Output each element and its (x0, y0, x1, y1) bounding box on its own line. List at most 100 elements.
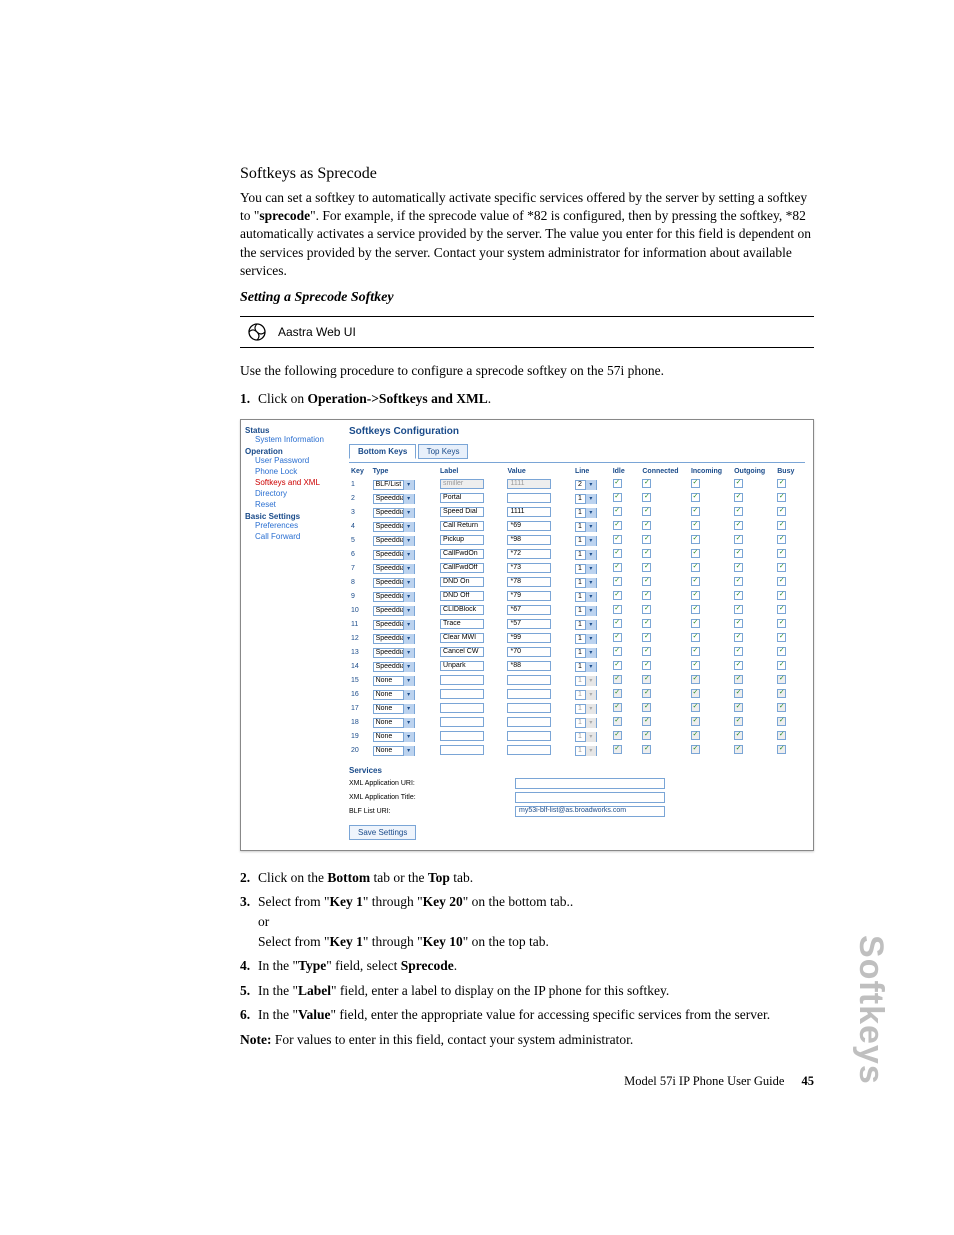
connected-checkbox[interactable] (642, 549, 651, 558)
line-select[interactable]: 1▾ (575, 606, 597, 616)
value-input[interactable]: *78 (507, 577, 551, 587)
connected-checkbox[interactable] (642, 661, 651, 670)
value-input[interactable]: *88 (507, 661, 551, 671)
value-input[interactable]: *67 (507, 605, 551, 615)
label-input[interactable]: smiller (440, 479, 484, 489)
label-input[interactable]: CallFwdOn (440, 549, 484, 559)
type-select[interactable]: None▾ (373, 746, 415, 756)
outgoing-checkbox[interactable] (734, 633, 743, 642)
idle-checkbox[interactable] (613, 493, 622, 502)
idle-checkbox[interactable] (613, 661, 622, 670)
label-input[interactable]: Unpark (440, 661, 484, 671)
sidebar-item-reset[interactable]: Reset (245, 500, 337, 511)
save-settings-button[interactable]: Save Settings (349, 825, 416, 840)
incoming-checkbox[interactable] (691, 549, 700, 558)
busy-checkbox[interactable] (777, 549, 786, 558)
label-input[interactable]: Speed Dial (440, 507, 484, 517)
connected-checkbox[interactable] (642, 647, 651, 656)
busy-checkbox[interactable] (777, 479, 786, 488)
value-input[interactable]: *98 (507, 535, 551, 545)
line-select[interactable]: 1▾ (575, 564, 597, 574)
line-select[interactable]: 1▾ (575, 550, 597, 560)
value-input[interactable]: *99 (507, 633, 551, 643)
type-select[interactable]: Speeddial▾ (373, 494, 415, 504)
line-select[interactable]: 1▾ (575, 690, 597, 700)
incoming-checkbox[interactable] (691, 535, 700, 544)
connected-checkbox[interactable] (642, 563, 651, 572)
type-select[interactable]: Speeddial▾ (373, 508, 415, 518)
value-input[interactable]: 1111 (507, 507, 551, 517)
line-select[interactable]: 1▾ (575, 592, 597, 602)
value-input[interactable]: *79 (507, 591, 551, 601)
line-select[interactable]: 1▾ (575, 676, 597, 686)
incoming-checkbox[interactable] (691, 563, 700, 572)
label-input[interactable] (440, 717, 484, 727)
connected-checkbox[interactable] (642, 479, 651, 488)
outgoing-checkbox[interactable] (734, 479, 743, 488)
incoming-checkbox[interactable] (691, 619, 700, 628)
idle-checkbox[interactable] (613, 507, 622, 516)
incoming-checkbox[interactable] (691, 577, 700, 586)
line-select[interactable]: 1▾ (575, 536, 597, 546)
idle-checkbox[interactable] (613, 605, 622, 614)
busy-checkbox[interactable] (777, 633, 786, 642)
label-input[interactable]: Portal (440, 493, 484, 503)
outgoing-checkbox[interactable] (734, 493, 743, 502)
sidebar-item-directory[interactable]: Directory (245, 489, 337, 500)
connected-checkbox[interactable] (642, 605, 651, 614)
busy-checkbox[interactable] (777, 521, 786, 530)
xml-title-input[interactable] (515, 792, 665, 803)
incoming-checkbox[interactable] (691, 605, 700, 614)
value-input[interactable]: *72 (507, 549, 551, 559)
label-input[interactable]: CallFwdOff (440, 563, 484, 573)
value-input[interactable] (507, 675, 551, 685)
line-select[interactable]: 1▾ (575, 578, 597, 588)
connected-checkbox[interactable] (642, 577, 651, 586)
label-input[interactable]: Clear MWI (440, 633, 484, 643)
connected-checkbox[interactable] (642, 521, 651, 530)
incoming-checkbox[interactable] (691, 591, 700, 600)
label-input[interactable]: Pickup (440, 535, 484, 545)
idle-checkbox[interactable] (613, 549, 622, 558)
outgoing-checkbox[interactable] (734, 661, 743, 670)
incoming-checkbox[interactable] (691, 633, 700, 642)
type-select[interactable]: Speeddial▾ (373, 578, 415, 588)
busy-checkbox[interactable] (777, 493, 786, 502)
line-select[interactable]: 1▾ (575, 662, 597, 672)
label-input[interactable]: Trace (440, 619, 484, 629)
type-select[interactable]: Speeddial▾ (373, 522, 415, 532)
outgoing-checkbox[interactable] (734, 577, 743, 586)
type-select[interactable]: None▾ (373, 704, 415, 714)
line-select[interactable]: 1▾ (575, 494, 597, 504)
value-input[interactable]: 1111 (507, 479, 551, 489)
type-select[interactable]: None▾ (373, 718, 415, 728)
label-input[interactable]: DND Off (440, 591, 484, 601)
value-input[interactable] (507, 745, 551, 755)
label-input[interactable]: Cancel CW (440, 647, 484, 657)
sidebar-item-system-information[interactable]: System Information (245, 435, 337, 446)
incoming-checkbox[interactable] (691, 647, 700, 656)
busy-checkbox[interactable] (777, 577, 786, 586)
tab-top-keys[interactable]: Top Keys (418, 444, 469, 459)
incoming-checkbox[interactable] (691, 507, 700, 516)
line-select[interactable]: 1▾ (575, 746, 597, 756)
outgoing-checkbox[interactable] (734, 507, 743, 516)
sidebar-item-call-forward[interactable]: Call Forward (245, 532, 337, 543)
incoming-checkbox[interactable] (691, 661, 700, 670)
type-select[interactable]: None▾ (373, 676, 415, 686)
type-select[interactable]: Speeddial▾ (373, 550, 415, 560)
connected-checkbox[interactable] (642, 591, 651, 600)
busy-checkbox[interactable] (777, 507, 786, 516)
type-select[interactable]: Speeddial▾ (373, 592, 415, 602)
line-select[interactable]: 1▾ (575, 718, 597, 728)
value-input[interactable] (507, 731, 551, 741)
outgoing-checkbox[interactable] (734, 619, 743, 628)
idle-checkbox[interactable] (613, 647, 622, 656)
line-select[interactable]: 1▾ (575, 634, 597, 644)
outgoing-checkbox[interactable] (734, 647, 743, 656)
busy-checkbox[interactable] (777, 591, 786, 600)
outgoing-checkbox[interactable] (734, 591, 743, 600)
outgoing-checkbox[interactable] (734, 535, 743, 544)
type-select[interactable]: Speeddial▾ (373, 536, 415, 546)
sidebar-item-softkeys-xml[interactable]: Softkeys and XML (245, 478, 337, 489)
